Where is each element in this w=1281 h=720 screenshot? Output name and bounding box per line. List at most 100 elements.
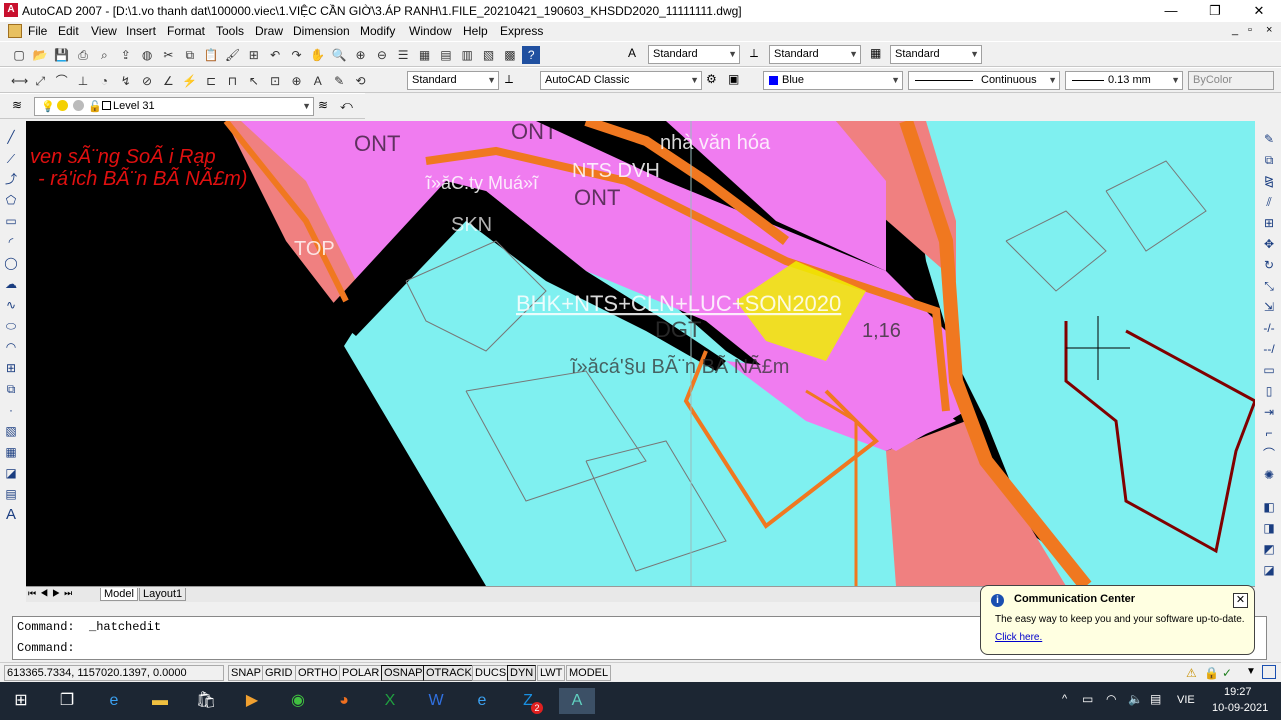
erase-icon[interactable]: ✎: [1261, 131, 1277, 147]
dim-style-select-2[interactable]: Standard ▼: [407, 71, 499, 90]
copy-object-icon[interactable]: ⧉: [1261, 152, 1277, 168]
arc-length-icon[interactable]: ⌒: [53, 72, 71, 90]
color-select[interactable]: Blue ▼: [763, 71, 903, 90]
redo-icon[interactable]: ↷: [287, 46, 305, 64]
menu-format[interactable]: Format: [167, 24, 205, 38]
menu-tools[interactable]: Tools: [216, 24, 244, 38]
stretch-icon[interactable]: ⇲: [1261, 299, 1277, 315]
layer-previous-icon[interactable]: ⤺: [340, 98, 353, 113]
fillet-icon[interactable]: ⌒: [1261, 446, 1277, 462]
otrack-toggle[interactable]: OTRACK: [423, 665, 475, 681]
join-icon[interactable]: ⇥: [1261, 404, 1277, 420]
comm-center-close-button[interactable]: ✕: [1233, 593, 1248, 608]
status-menu-icon[interactable]: ▼: [1246, 666, 1256, 677]
new-icon[interactable]: ▢: [10, 46, 28, 64]
draworder-above-icon[interactable]: ◩: [1261, 541, 1277, 557]
ortho-toggle[interactable]: ORTHO: [295, 665, 341, 681]
minimize-button[interactable]: —: [1149, 0, 1193, 22]
sheet-set-icon[interactable]: ▥: [458, 46, 476, 64]
save-icon[interactable]: 💾: [53, 46, 71, 64]
language-indicator[interactable]: VIE: [1177, 694, 1195, 706]
layer-manager-icon[interactable]: ≋: [12, 98, 22, 112]
open-icon[interactable]: 📂: [31, 46, 49, 64]
line-icon[interactable]: ╱: [3, 129, 19, 145]
edge-icon[interactable]: e: [101, 688, 127, 714]
doc-minimize-button[interactable]: _: [1232, 24, 1238, 36]
clock-time[interactable]: 19:27: [1224, 686, 1252, 698]
restore-button[interactable]: ❐: [1193, 0, 1237, 22]
linetype-select[interactable]: Continuous ▼: [908, 71, 1060, 90]
comm-center-link[interactable]: Click here.: [995, 632, 1042, 643]
baseline-icon[interactable]: ⊏: [202, 72, 220, 90]
zoom-window-icon[interactable]: ⊕: [352, 46, 370, 64]
cut-icon[interactable]: ✂: [159, 46, 177, 64]
doc-close-button[interactable]: ×: [1266, 24, 1272, 36]
ie-icon[interactable]: e: [469, 688, 495, 714]
gradient-icon[interactable]: ▦: [3, 444, 19, 460]
radius-icon[interactable]: ◔: [95, 72, 113, 90]
draworder-below-icon[interactable]: ◪: [1261, 562, 1277, 578]
clean-screen-icon[interactable]: [1262, 665, 1276, 679]
menu-dimension[interactable]: Dimension: [293, 24, 350, 38]
trim-icon[interactable]: -/-: [1261, 320, 1277, 336]
jogged-icon[interactable]: ↯: [117, 72, 135, 90]
mirror-icon[interactable]: ⧎: [1261, 173, 1277, 189]
tolerance-icon[interactable]: ⊡: [266, 72, 284, 90]
linear-dim-icon[interactable]: ⟷: [10, 72, 28, 90]
continue-icon[interactable]: ⊓: [223, 72, 241, 90]
spline-icon[interactable]: ∿: [3, 297, 19, 313]
block-editor-icon[interactable]: ⊞: [245, 46, 263, 64]
wifi-icon[interactable]: ◠: [1106, 692, 1116, 706]
make-current-icon[interactable]: ≋: [318, 98, 328, 112]
draworder-back-icon[interactable]: ◨: [1261, 520, 1277, 536]
plot-icon[interactable]: ◍: [138, 46, 156, 64]
rotate-icon[interactable]: ↻: [1261, 257, 1277, 273]
region-icon[interactable]: ◪: [3, 465, 19, 481]
dim-edit-icon[interactable]: A: [309, 72, 327, 90]
layer-select[interactable]: 💡 🔓 Level 31 ▼: [34, 97, 314, 116]
lineweight-select[interactable]: 0.13 mm ▼: [1065, 71, 1183, 90]
polyline-icon[interactable]: ⤴: [3, 171, 19, 187]
menu-draw[interactable]: Draw: [255, 24, 283, 38]
break-icon[interactable]: ▯: [1261, 383, 1277, 399]
leader-icon[interactable]: ↖: [245, 72, 263, 90]
command-prompt[interactable]: Command:: [17, 641, 75, 655]
text-style-select[interactable]: Standard ▼: [648, 45, 740, 64]
polygon-icon[interactable]: ⬠: [3, 192, 19, 208]
dim-text-edit-icon[interactable]: ✎: [330, 72, 348, 90]
action-center-icon[interactable]: ▤: [1150, 692, 1161, 706]
extend-icon[interactable]: --/: [1261, 341, 1277, 357]
start-icon[interactable]: ⊞: [8, 688, 34, 714]
comm-center-icon[interactable]: ✓: [1222, 666, 1232, 680]
doc-restore-button[interactable]: ▫: [1248, 24, 1252, 36]
offset-icon[interactable]: ⫽: [1261, 194, 1277, 210]
calculator-icon[interactable]: ▩: [501, 46, 519, 64]
table-icon[interactable]: ▤: [3, 486, 19, 502]
pan-icon[interactable]: ✋: [309, 46, 327, 64]
make-block-icon[interactable]: ⧉: [3, 381, 19, 397]
file-explorer-icon[interactable]: ▬: [147, 688, 173, 714]
dyn-toggle[interactable]: DYN: [507, 665, 537, 681]
tab-nav-icon[interactable]: ⏮◀▶⏭: [28, 588, 76, 599]
dim-style-manager-icon[interactable]: ⟂: [505, 72, 513, 87]
workspace-settings-icon[interactable]: ⚙: [706, 72, 717, 86]
workspace-save-icon[interactable]: ▣: [728, 72, 739, 86]
hatch-icon[interactable]: ▧: [3, 423, 19, 439]
menu-edit[interactable]: Edit: [58, 24, 79, 38]
help-icon[interactable]: ?: [522, 46, 541, 64]
chrome-icon[interactable]: ◉: [285, 688, 311, 714]
center-mark-icon[interactable]: ⊕: [287, 72, 305, 90]
tab-layout1[interactable]: Layout1: [139, 588, 187, 601]
lwt-toggle[interactable]: LWT: [537, 665, 566, 681]
drawing-canvas[interactable]: ONT ONT ONT nhà văn hóa NTS DVH TOP SKN …: [26, 121, 1255, 586]
aligned-dim-icon[interactable]: ⤢: [31, 72, 49, 90]
excel-icon[interactable]: X: [377, 688, 403, 714]
chamfer-icon[interactable]: ⌐: [1261, 425, 1277, 441]
workspace-select[interactable]: AutoCAD Classic ▼: [540, 71, 702, 90]
ordinate-icon[interactable]: ⊥: [74, 72, 92, 90]
construction-line-icon[interactable]: ⟋: [3, 151, 19, 167]
zoom-realtime-icon[interactable]: 🔍: [330, 46, 348, 64]
firefox-icon[interactable]: ◕: [331, 688, 357, 714]
insert-block-icon[interactable]: ⊞: [3, 360, 19, 376]
ducs-toggle[interactable]: DUCS: [472, 665, 510, 681]
